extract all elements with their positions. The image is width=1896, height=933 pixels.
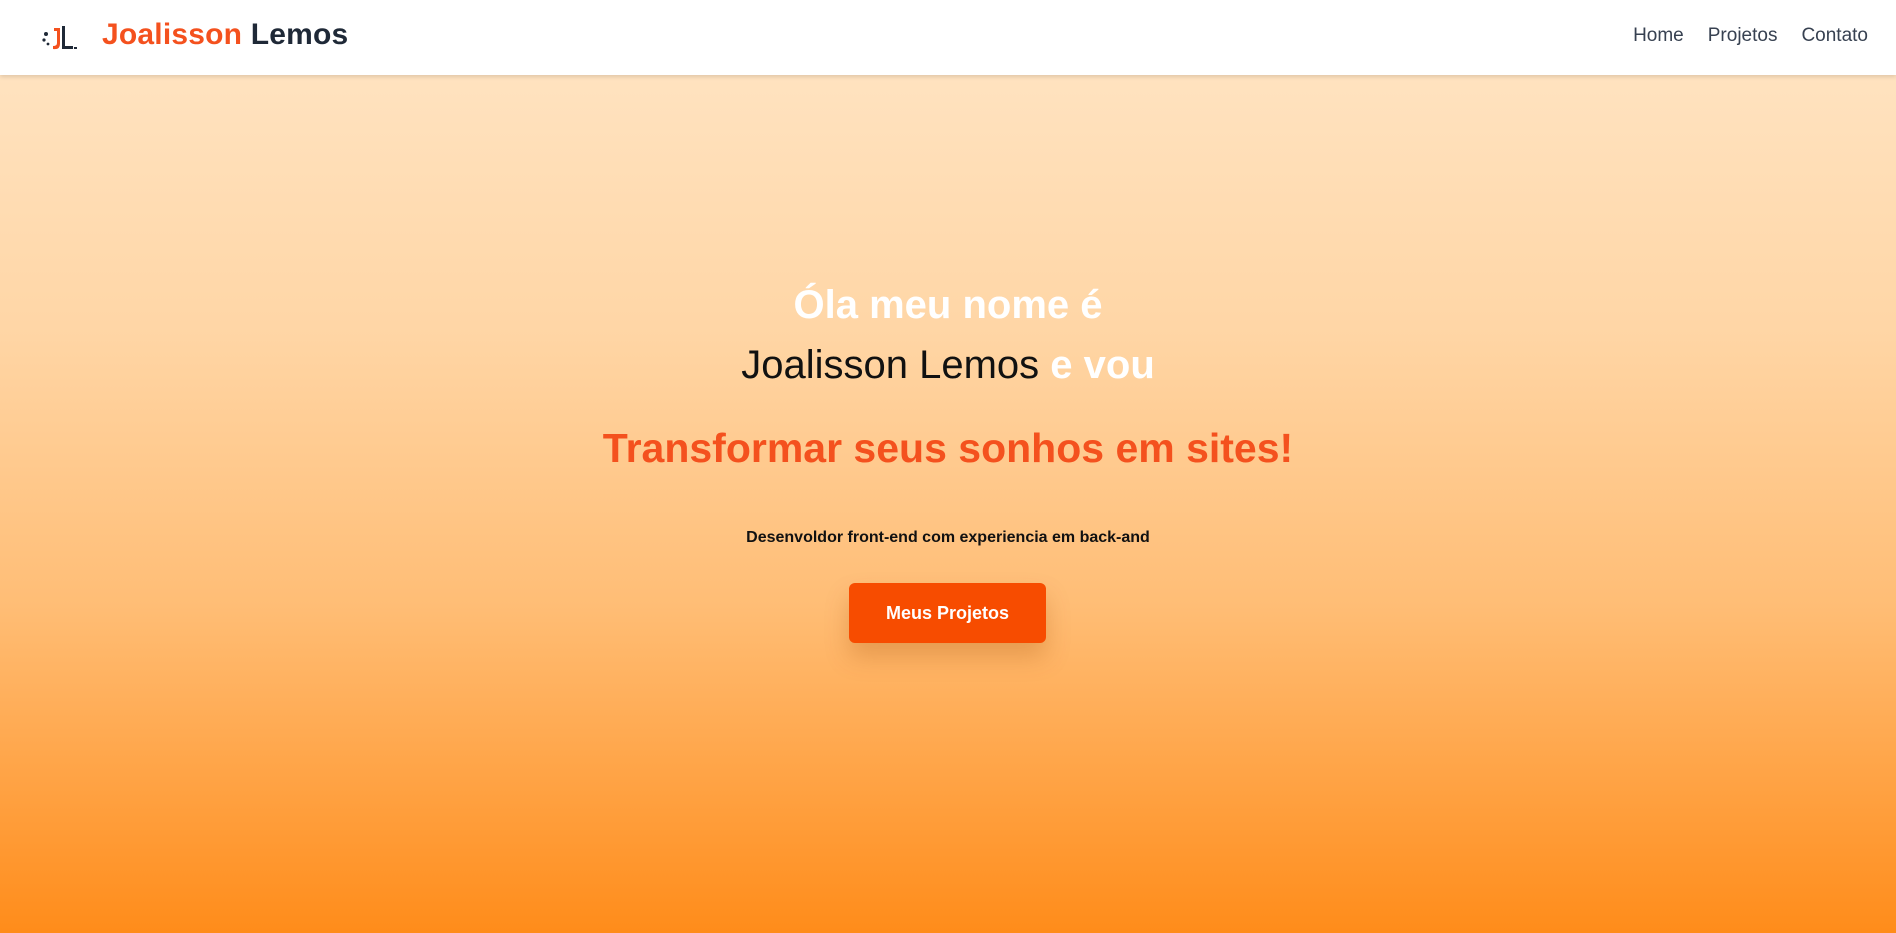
brand-first-name: Joalisson bbox=[102, 18, 243, 51]
hero-subtitle: Desenvoldor front-end com experiencia em… bbox=[746, 529, 1150, 546]
hero-section: Óla meu nome é Joalisson Lemos e vou Tra… bbox=[0, 75, 1896, 933]
hero-name-line: Joalisson Lemos e vou bbox=[0, 343, 1896, 388]
brand-name[interactable]: Joalisson Lemos bbox=[102, 18, 348, 52]
nav-link-projetos[interactable]: Projetos bbox=[1708, 25, 1778, 47]
hero-greeting: Óla meu nome é bbox=[793, 283, 1103, 327]
main-nav: Home Projetos Contato bbox=[1633, 25, 1868, 47]
hero-connector: e vou bbox=[1050, 343, 1155, 387]
top-navbar: Joalisson Lemos Home Projetos Contato bbox=[0, 0, 1896, 75]
nav-link-contato[interactable]: Contato bbox=[1801, 25, 1868, 47]
nav-link-home[interactable]: Home bbox=[1633, 25, 1684, 47]
jl-logo-icon[interactable] bbox=[40, 20, 80, 54]
hero-name: Joalisson Lemos bbox=[741, 343, 1040, 387]
meus-projetos-button[interactable]: Meus Projetos bbox=[849, 583, 1046, 643]
hero-tagline: Transformar seus sonhos em sites! bbox=[602, 425, 1294, 471]
brand-last-name: Lemos bbox=[250, 18, 349, 51]
